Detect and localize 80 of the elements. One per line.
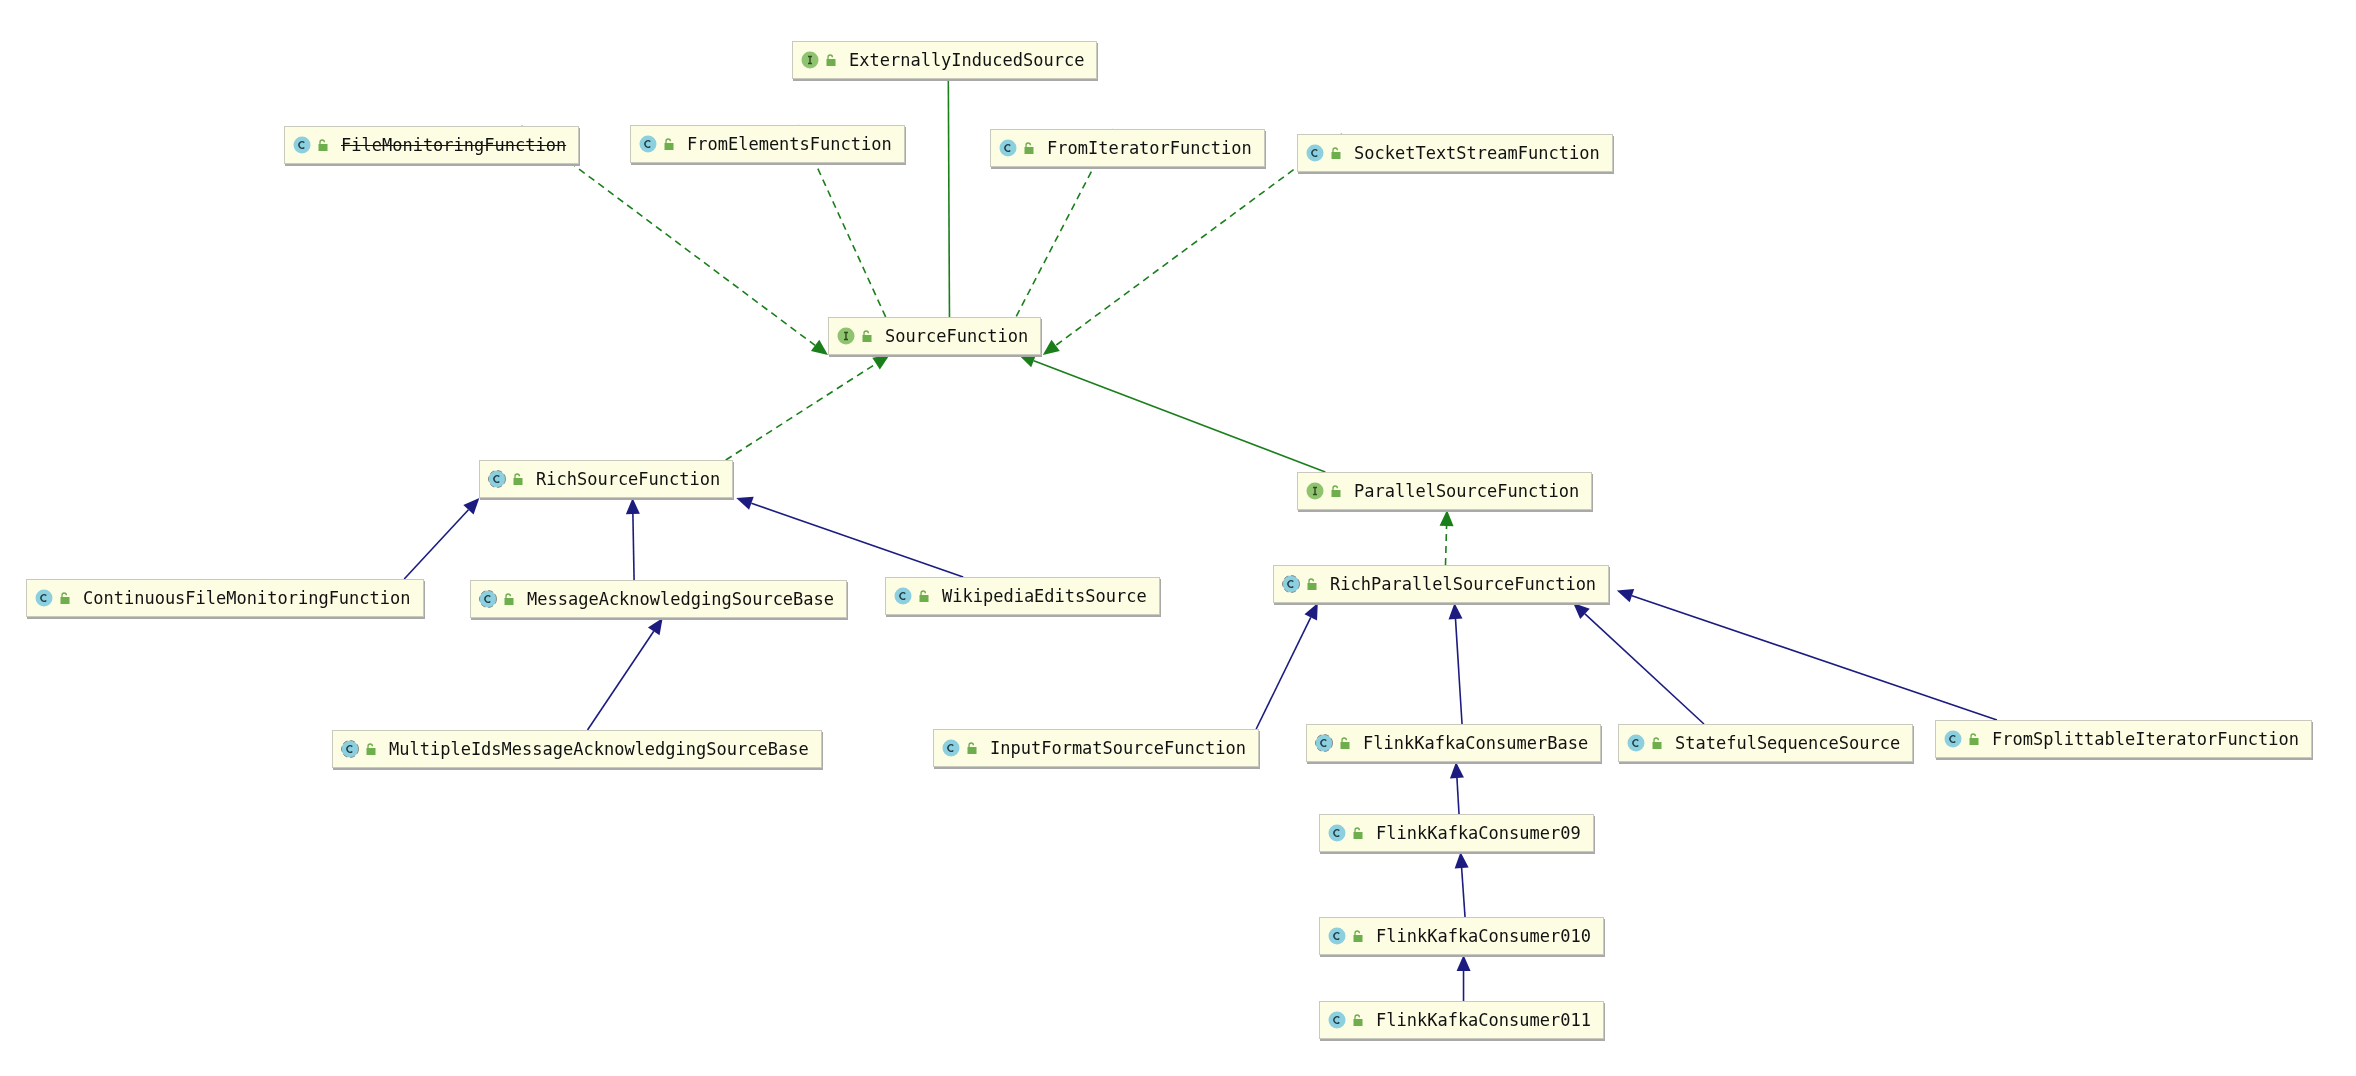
- class-icon: [1328, 1011, 1346, 1029]
- lock-icon: [1307, 578, 1317, 590]
- class-name: FromElementsFunction: [687, 134, 892, 154]
- interface-node[interactable]: ExternallyInducedSource: [792, 41, 1098, 79]
- class-node[interactable]: FlinkKafkaConsumer010: [1319, 917, 1604, 955]
- class-icon: [35, 589, 53, 607]
- lock-icon: [862, 330, 872, 342]
- abstract-class-icon: [488, 470, 506, 488]
- class-name: InputFormatSourceFunction: [990, 738, 1246, 758]
- class-name: ParallelSourceFunction: [1354, 481, 1580, 501]
- class-icon: [1328, 824, 1346, 842]
- interface-node[interactable]: ParallelSourceFunction: [1297, 472, 1593, 510]
- class-node[interactable]: FlinkKafkaConsumerBase: [1306, 724, 1602, 762]
- class-icon: [894, 587, 912, 605]
- class-node[interactable]: FlinkKafkaConsumer09: [1319, 814, 1594, 852]
- lock-icon: [1331, 147, 1341, 159]
- lock-icon: [60, 592, 70, 604]
- lock-icon: [1353, 930, 1363, 942]
- class-icon: [942, 739, 960, 757]
- abstract-class-icon: [341, 740, 359, 758]
- class-node[interactable]: MultipleIdsMessageAcknowledgingSourceBase: [332, 730, 822, 768]
- lock-icon: [1331, 485, 1341, 497]
- class-node[interactable]: FileMonitoringFunction: [284, 126, 580, 164]
- class-node[interactable]: FromElementsFunction: [630, 125, 905, 163]
- class-icon: [999, 139, 1017, 157]
- lock-icon: [504, 593, 514, 605]
- lock-icon: [1969, 733, 1979, 745]
- lock-icon: [664, 138, 674, 150]
- class-icon: [1944, 730, 1962, 748]
- class-name: FileMonitoringFunction: [341, 135, 567, 155]
- class-name: MultipleIdsMessageAcknowledgingSourceBase: [389, 739, 809, 759]
- interface-icon: [837, 327, 855, 345]
- interface-icon: [1306, 482, 1324, 500]
- class-node[interactable]: RichSourceFunction: [479, 460, 734, 498]
- class-node[interactable]: FromSplittableIteratorFunction: [1935, 720, 2313, 758]
- class-name: ExternallyInducedSource: [849, 50, 1085, 70]
- class-name: FlinkKafkaConsumer09: [1376, 823, 1581, 843]
- class-icon: [1306, 144, 1324, 162]
- abstract-class-icon: [1315, 734, 1333, 752]
- class-name: RichParallelSourceFunction: [1330, 574, 1597, 594]
- class-node[interactable]: WikipediaEditsSource: [885, 577, 1160, 615]
- lock-icon: [919, 590, 929, 602]
- class-node[interactable]: FlinkKafkaConsumer011: [1319, 1001, 1604, 1039]
- class-name: FromSplittableIteratorFunction: [1992, 729, 2300, 749]
- interface-icon: [801, 51, 819, 69]
- class-node[interactable]: FromIteratorFunction: [990, 129, 1265, 167]
- class-icon: [293, 136, 311, 154]
- lock-icon: [366, 743, 376, 755]
- lock-icon: [1353, 1014, 1363, 1026]
- class-name: MessageAcknowledgingSourceBase: [527, 589, 835, 609]
- lock-icon: [967, 742, 977, 754]
- class-icon: [1627, 734, 1645, 752]
- interface-node[interactable]: SourceFunction: [828, 317, 1042, 355]
- lock-icon: [1340, 737, 1350, 749]
- class-node[interactable]: ContinuousFileMonitoringFunction: [26, 579, 424, 617]
- class-name: SocketTextStreamFunction: [1354, 143, 1600, 163]
- class-name: FlinkKafkaConsumer010: [1376, 926, 1591, 946]
- lock-icon: [318, 139, 328, 151]
- class-node[interactable]: InputFormatSourceFunction: [933, 729, 1259, 767]
- class-node[interactable]: RichParallelSourceFunction: [1273, 565, 1610, 603]
- lock-icon: [826, 54, 836, 66]
- abstract-class-icon: [1282, 575, 1300, 593]
- lock-icon: [1024, 142, 1034, 154]
- class-name: FromIteratorFunction: [1047, 138, 1252, 158]
- class-node[interactable]: SocketTextStreamFunction: [1297, 134, 1613, 172]
- class-name: FlinkKafkaConsumerBase: [1363, 733, 1589, 753]
- lock-icon: [513, 473, 523, 485]
- class-node[interactable]: StatefulSequenceSource: [1618, 724, 1914, 762]
- class-icon: [1328, 927, 1346, 945]
- class-name: StatefulSequenceSource: [1675, 733, 1901, 753]
- lock-icon: [1353, 827, 1363, 839]
- lock-icon: [1652, 737, 1662, 749]
- class-name: SourceFunction: [885, 326, 1029, 346]
- class-name: RichSourceFunction: [536, 469, 721, 489]
- abstract-class-icon: [479, 590, 497, 608]
- class-name: WikipediaEditsSource: [942, 586, 1147, 606]
- class-name: FlinkKafkaConsumer011: [1376, 1010, 1591, 1030]
- class-name: ContinuousFileMonitoringFunction: [83, 588, 411, 608]
- class-icon: [639, 135, 657, 153]
- class-node[interactable]: MessageAcknowledgingSourceBase: [470, 580, 848, 618]
